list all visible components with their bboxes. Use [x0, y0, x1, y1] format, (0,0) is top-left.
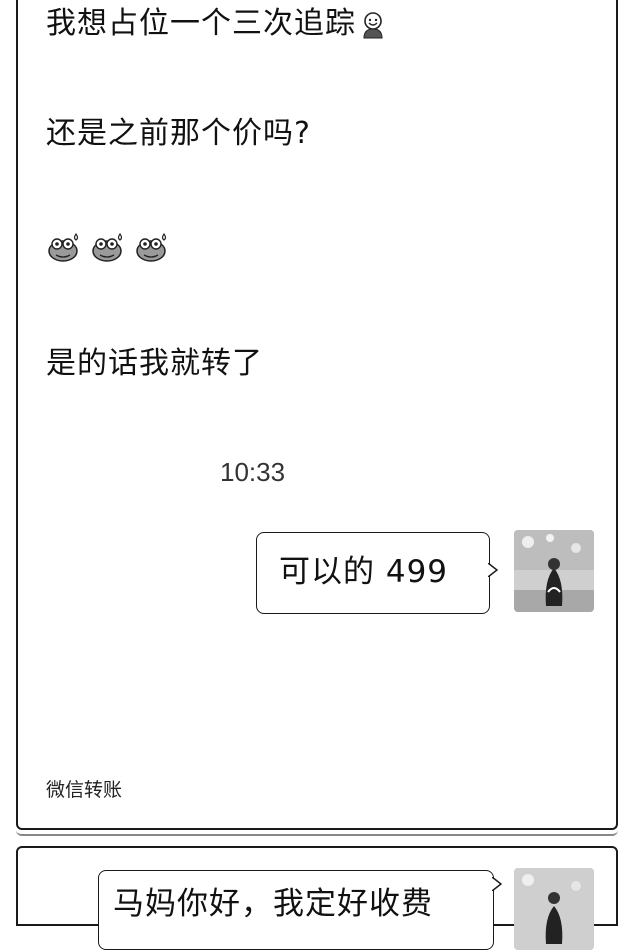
avatar-image-icon [514, 530, 594, 612]
next-reply-bubble[interactable]: 马妈你好，我定好收费 [98, 870, 502, 950]
message-line-1: 我想占位一个三次追踪 [46, 6, 386, 42]
message-timestamp: 10:33 [220, 457, 286, 487]
avatar-image-icon [514, 868, 594, 950]
sweat-face-emoji-icon [136, 232, 167, 262]
bubble-tail-icon [492, 877, 502, 891]
message-text: 我想占位一个三次追踪 [46, 6, 356, 41]
bubble-tail-icon [488, 563, 498, 577]
reply-bubble[interactable]: 可以的 499 [256, 532, 498, 614]
sweat-face-emoji-icon [92, 232, 123, 262]
message-line-4: 是的话我就转了 [46, 346, 263, 381]
chat-panel: 我想占位一个三次追踪 还是之前那个价吗? 是的话我就转了 10:33 可以的 4… [16, 0, 618, 836]
user-avatar[interactable] [514, 868, 594, 950]
smiling-face-emoji-icon [363, 11, 383, 38]
emoji-row [46, 230, 170, 266]
wechat-transfer-label: 微信转账 [46, 779, 123, 801]
reply-text: 可以的 499 [279, 554, 449, 590]
user-avatar[interactable] [514, 530, 594, 612]
next-chat-panel: 马妈你好，我定好收费 [16, 846, 618, 950]
message-line-2: 还是之前那个价吗? [46, 116, 311, 151]
next-reply-text: 马妈你好，我定好收费 [113, 886, 433, 922]
sweat-face-emoji-icon [48, 232, 79, 262]
